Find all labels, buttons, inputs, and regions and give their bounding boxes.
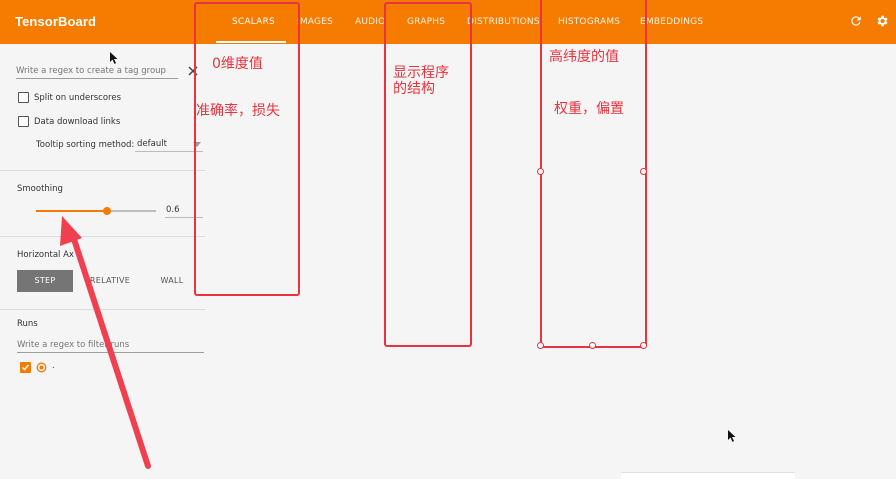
tab-embeddings[interactable]: EMBEDDINGS xyxy=(640,17,703,27)
split-underscores-checkbox[interactable] xyxy=(18,92,29,103)
check-icon xyxy=(21,364,30,371)
annotation-scalars-dim: 0维度值 xyxy=(212,56,263,72)
tag-regex-underline xyxy=(16,78,178,79)
horizontal-axis-title: Horizontal Ax xyxy=(17,250,74,260)
selection-handle xyxy=(640,168,647,175)
settings-icon[interactable] xyxy=(875,14,889,28)
selection-handle xyxy=(589,342,596,349)
mouse-cursor-icon xyxy=(728,430,736,442)
split-underscores-label: Split on underscores xyxy=(34,93,122,103)
slider-knob[interactable] xyxy=(102,207,111,215)
run-color-radio-icon[interactable] xyxy=(36,362,47,373)
runs-title: Runs xyxy=(17,319,38,329)
data-download-label: Data download links xyxy=(34,117,121,127)
tag-regex-input[interactable]: Write a regex to create a tag group xyxy=(16,66,166,76)
tooltip-sorting-label: Tooltip sorting method: xyxy=(36,140,135,150)
annotation-histograms-1: 高纬度的值 xyxy=(549,49,619,65)
selection-handle xyxy=(640,342,647,349)
section-divider xyxy=(0,309,205,310)
tab-audio[interactable]: AUDIO xyxy=(355,17,385,27)
app-title: TensorBoard xyxy=(15,14,97,29)
sidebar: Write a regex to create a tag group Spli… xyxy=(0,44,205,477)
section-divider xyxy=(0,170,205,171)
axis-step-button[interactable]: STEP xyxy=(17,270,73,292)
selection-handle xyxy=(537,342,544,349)
annotation-scalars-metrics: 准确率，损失 xyxy=(196,103,280,119)
run-checkbox[interactable] xyxy=(20,362,31,373)
runs-filter-underline xyxy=(17,352,204,353)
tab-images[interactable]: IMAGES xyxy=(297,17,333,27)
tab-distributions[interactable]: DISTRIBUTIONS xyxy=(467,17,540,27)
annotation-graphs-1: 显示程序 xyxy=(393,65,449,81)
annotation-box-graphs xyxy=(384,2,472,347)
annotation-histograms-2: 权重，偏置 xyxy=(554,101,624,117)
axis-wall-button[interactable]: WALL xyxy=(146,270,198,292)
bottom-card xyxy=(621,472,795,479)
annotation-graphs-2: 的结构 xyxy=(393,81,435,97)
slider-fill xyxy=(36,210,107,212)
axis-relative-button[interactable]: RELATIVE xyxy=(82,270,138,292)
selection-handle xyxy=(537,168,544,175)
smoothing-title: Smoothing xyxy=(17,184,63,194)
annotation-box-scalars xyxy=(194,2,300,296)
section-divider xyxy=(0,236,205,237)
smoothing-value-input[interactable]: 0.6 xyxy=(166,205,180,215)
tooltip-select-underline xyxy=(135,151,203,152)
runs-filter-input[interactable]: Write a regex to filter runs xyxy=(17,340,129,350)
mouse-cursor-icon xyxy=(110,52,118,64)
refresh-icon[interactable] xyxy=(849,14,863,28)
run-name-label: . xyxy=(52,361,55,371)
tooltip-sorting-select[interactable]: default xyxy=(137,139,167,149)
smoothing-slider[interactable] xyxy=(36,207,156,215)
data-download-checkbox[interactable] xyxy=(18,116,29,127)
